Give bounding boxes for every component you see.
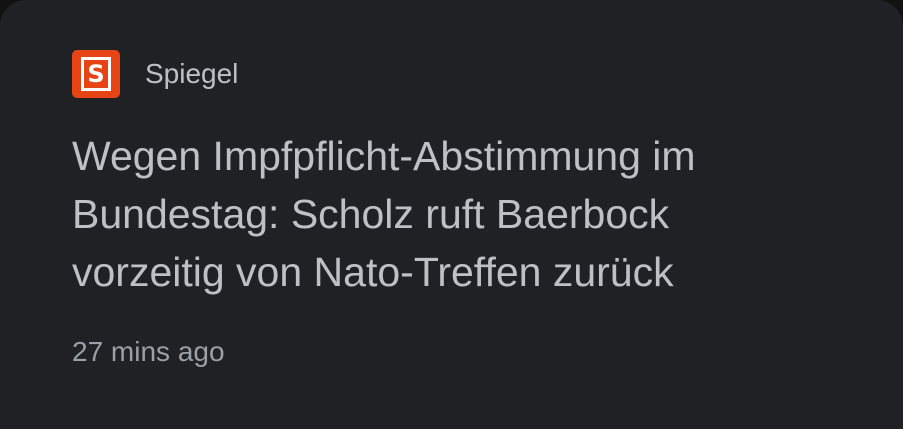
news-card[interactable]: S Spiegel Wegen Impfpflicht-Abstimmung i… [0, 0, 903, 429]
article-timestamp: 27 mins ago [72, 336, 225, 367]
logo-letter: S [87, 60, 105, 88]
article-headline[interactable]: Wegen Impfpflicht-Abstimmung im Bundesta… [72, 127, 872, 301]
source-name: Spiegel [145, 58, 239, 89]
spiegel-logo-icon: S [72, 50, 120, 98]
source-row: S Spiegel [72, 50, 238, 98]
logo-frame: S [81, 57, 111, 91]
